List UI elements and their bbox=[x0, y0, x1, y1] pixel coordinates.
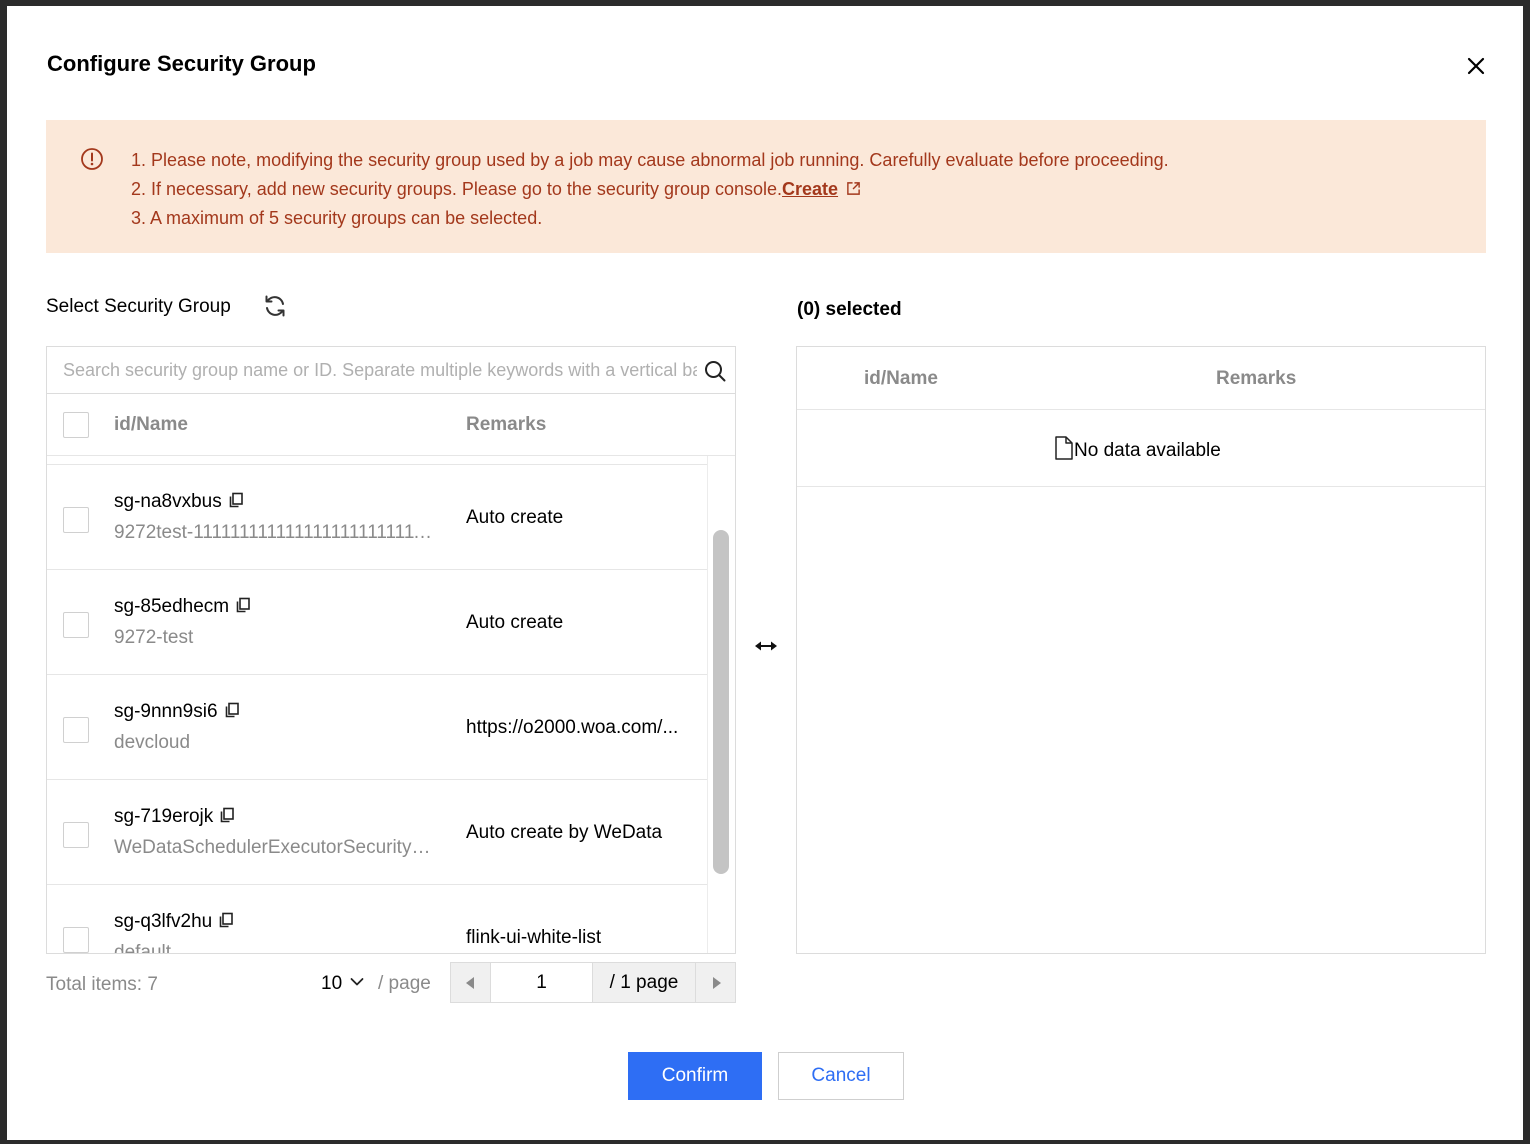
transfer-arrows-icon bbox=[755, 641, 777, 651]
search-icon[interactable] bbox=[703, 359, 727, 383]
confirm-button[interactable]: Confirm bbox=[628, 1052, 762, 1100]
empty-text: No data available bbox=[1074, 440, 1221, 461]
row-remarks: https://o2000.woa.com/... bbox=[466, 717, 679, 738]
row-id: sg-9nnn9si6 bbox=[114, 701, 218, 722]
row-remarks: Auto create bbox=[466, 507, 564, 528]
selected-table-panel: id/Name Remarks No data available bbox=[796, 346, 1486, 954]
warning-alert: 1. Please note, modifying the security g… bbox=[46, 120, 1486, 253]
page-number-input[interactable] bbox=[491, 963, 593, 1002]
caret-right-icon bbox=[713, 977, 721, 989]
next-page-button[interactable] bbox=[695, 963, 735, 1002]
configure-security-group-dialog: Configure Security Group 1. Please note,… bbox=[7, 6, 1523, 1140]
copy-icon[interactable] bbox=[228, 492, 244, 508]
select-security-group-label: Select Security Group bbox=[46, 296, 231, 317]
warning-circle-icon bbox=[81, 148, 103, 170]
alert-line-2: 2. If necessary, add new security groups… bbox=[131, 175, 1169, 204]
selected-column-header-id-name: id/Name bbox=[864, 368, 938, 389]
refresh-icon[interactable] bbox=[262, 293, 288, 319]
column-header-remarks: Remarks bbox=[466, 414, 547, 435]
row-id: sg-na8vxbus bbox=[114, 491, 222, 512]
total-items: Total items: 7 bbox=[46, 974, 158, 995]
row-name: WeDataSchedulerExecutorSecurityGroup bbox=[114, 837, 439, 858]
row-name: devcloud bbox=[114, 732, 191, 753]
row-checkbox[interactable] bbox=[63, 507, 89, 533]
page-size-value: 10 bbox=[321, 973, 343, 994]
row-id: sg-719erojk bbox=[114, 806, 214, 827]
table-row[interactable]: sg-na8vxbus 9272test-1111111111111111111… bbox=[47, 464, 707, 569]
chevron-down-icon bbox=[350, 978, 364, 986]
row-name: 9272test-111111111111111111111111111111 bbox=[114, 522, 439, 543]
empty-document-icon bbox=[1055, 436, 1073, 460]
per-page-label: / page bbox=[378, 973, 431, 994]
cancel-button[interactable]: Cancel bbox=[778, 1052, 904, 1100]
search-input[interactable] bbox=[47, 347, 697, 393]
table-row[interactable]: sg-719erojk WeDataSchedulerExecutorSecur… bbox=[47, 779, 707, 884]
copy-icon[interactable] bbox=[218, 912, 234, 928]
close-icon[interactable] bbox=[1464, 54, 1488, 78]
row-checkbox[interactable] bbox=[63, 717, 89, 743]
selected-table-header: id/Name Remarks bbox=[797, 347, 1485, 410]
row-name: 9272-test bbox=[114, 627, 194, 648]
copy-icon[interactable] bbox=[224, 702, 240, 718]
row-checkbox[interactable] bbox=[63, 822, 89, 848]
scrollbar-thumb[interactable] bbox=[713, 530, 729, 874]
row-checkbox[interactable] bbox=[63, 612, 89, 638]
search-box bbox=[47, 347, 735, 394]
row-name: default bbox=[114, 942, 172, 954]
alert-line-3: 3. A maximum of 5 security groups can be… bbox=[131, 208, 543, 228]
selected-column-header-remarks: Remarks bbox=[1216, 368, 1297, 389]
selected-count-label: (0) selected bbox=[797, 299, 902, 320]
external-link-icon[interactable] bbox=[846, 181, 861, 196]
alert-line-1: 1. Please note, modifying the security g… bbox=[131, 150, 1169, 170]
column-header-id-name: id/Name bbox=[114, 414, 188, 435]
row-remarks: Auto create bbox=[466, 612, 564, 633]
copy-icon[interactable] bbox=[235, 597, 251, 613]
total-pages-label: / 1 page bbox=[593, 963, 695, 1002]
prev-page-button[interactable] bbox=[451, 963, 491, 1002]
create-link[interactable]: Create bbox=[782, 179, 838, 199]
page-size-select[interactable]: 10 bbox=[321, 973, 364, 995]
alert-line-2-text: 2. If necessary, add new security groups… bbox=[131, 179, 783, 199]
row-id: sg-85edhecm bbox=[114, 596, 230, 617]
empty-state: No data available bbox=[797, 410, 1485, 487]
table-row[interactable]: sg-9nnn9si6 devcloud https://o2000.woa.c… bbox=[47, 674, 707, 779]
table-header: id/Name Remarks bbox=[47, 394, 735, 456]
select-all-checkbox[interactable] bbox=[63, 412, 89, 438]
table-row[interactable]: sg-85edhecm 9272-test Auto create bbox=[47, 569, 707, 674]
source-table-panel: id/Name Remarks sg-na8vxbus 9272test-111… bbox=[46, 346, 736, 954]
table-body: sg-na8vxbus 9272test-1111111111111111111… bbox=[47, 456, 707, 954]
row-id: sg-q3lfv2hu bbox=[114, 911, 213, 932]
dialog-title: Configure Security Group bbox=[47, 51, 316, 76]
row-checkbox[interactable] bbox=[63, 927, 89, 953]
pager: / 1 page bbox=[450, 962, 736, 1003]
copy-icon[interactable] bbox=[219, 807, 235, 823]
caret-left-icon bbox=[466, 977, 474, 989]
table-row[interactable]: sg-q3lfv2hu default flink-ui-white-list bbox=[47, 884, 707, 954]
row-remarks: Auto create by WeData bbox=[466, 822, 663, 843]
row-remarks: flink-ui-white-list bbox=[466, 927, 602, 948]
